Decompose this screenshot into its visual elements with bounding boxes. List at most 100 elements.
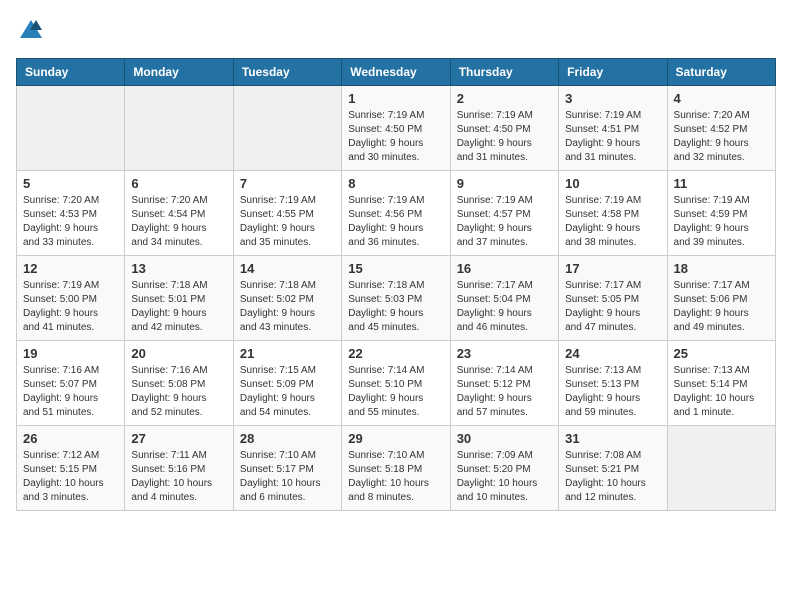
calendar-cell [233,86,341,171]
calendar-cell: 22Sunrise: 7:14 AMSunset: 5:10 PMDayligh… [342,341,450,426]
day-info: Sunrise: 7:11 AMSunset: 5:16 PMDaylight:… [131,449,226,505]
day-number: 13 [131,261,226,276]
day-info: Sunrise: 7:16 AMSunset: 5:08 PMDaylight:… [131,364,226,420]
day-number: 5 [23,176,118,191]
calendar-cell: 24 Sunrise: 7:13 AMSunset: 5:13 PMDayligh… [559,341,667,426]
calendar-cell: 6 Sunrise: 7:20 AMSunset: 4:54 PMDaylight… [125,171,233,256]
calendar-cell: 28 Sunrise: 7:10 AMSunset: 5:17 PMDayligh… [233,426,341,511]
day-info: Sunrise: 7:20 AMSunset: 4:54 PMDaylight:… [131,194,226,250]
calendar-week-row: 12 Sunrise: 7:19 AMSunset: 5:00 PMDayligh… [17,256,776,341]
day-number: 15 [348,261,443,276]
day-info: Sunrise: 7:19 AMSunset: 4:58 PMDaylight:… [565,194,660,250]
weekday-header: Sunday [17,59,125,86]
day-info: Sunrise: 7:09 AMSunset: 5:20 PMDaylight:… [457,449,552,505]
calendar-cell: 18 Sunrise: 7:17 AMSunset: 5:06 PMDayligh… [667,256,775,341]
calendar-cell: 23 Sunrise: 7:14 AMSunset: 5:12 PMDayligh… [450,341,558,426]
calendar-cell [17,86,125,171]
day-number: 18 [674,261,769,276]
calendar-cell: 26 Sunrise: 7:12 AMSunset: 5:15 PMDayligh… [17,426,125,511]
day-number: 25 [674,346,769,361]
calendar-week-row: 5 Sunrise: 7:20 AMSunset: 4:53 PMDaylight… [17,171,776,256]
day-number: 21 [240,346,335,361]
day-info: Sunrise: 7:19 AMSunset: 4:50 PMDaylight:… [348,109,443,165]
day-info: Sunrise: 7:19 AMSunset: 5:00 PMDaylight:… [23,279,118,335]
weekday-header: Wednesday [342,59,450,86]
day-number: 20 [131,346,226,361]
day-info: Sunrise: 7:20 AMSunset: 4:52 PMDaylight:… [674,109,769,165]
weekday-header: Friday [559,59,667,86]
logo [16,16,50,46]
day-number: 24 [565,346,660,361]
day-number: 17 [565,261,660,276]
day-info: Sunrise: 7:16 AMSunset: 5:07 PMDaylight:… [23,364,118,420]
day-number: 10 [565,176,660,191]
calendar-cell: 5 Sunrise: 7:20 AMSunset: 4:53 PMDaylight… [17,171,125,256]
day-number: 4 [674,91,769,106]
calendar-cell: 9 Sunrise: 7:19 AMSunset: 4:57 PMDaylight… [450,171,558,256]
calendar-cell: 1 Sunrise: 7:19 AMSunset: 4:50 PMDaylight… [342,86,450,171]
calendar-cell: 29 Sunrise: 7:10 AMSunset: 5:18 PMDayligh… [342,426,450,511]
calendar-cell: 31 Sunrise: 7:08 AMSunset: 5:21 PMDayligh… [559,426,667,511]
day-number: 3 [565,91,660,106]
calendar-cell: 2 Sunrise: 7:19 AMSunset: 4:50 PMDaylight… [450,86,558,171]
day-info: Sunrise: 7:19 AMSunset: 4:59 PMDaylight:… [674,194,769,250]
calendar-cell [667,426,775,511]
day-number: 6 [131,176,226,191]
calendar-cell: 12 Sunrise: 7:19 AMSunset: 5:00 PMDayligh… [17,256,125,341]
calendar-week-row: 26 Sunrise: 7:12 AMSunset: 5:15 PMDayligh… [17,426,776,511]
calendar-cell: 25 Sunrise: 7:13 AMSunset: 5:14 PMDayligh… [667,341,775,426]
calendar-cell: 17 Sunrise: 7:17 AMSunset: 5:05 PMDayligh… [559,256,667,341]
weekday-header: Thursday [450,59,558,86]
day-info: Sunrise: 7:19 AMSunset: 4:50 PMDaylight:… [457,109,552,165]
day-number: 29 [348,431,443,446]
calendar-cell: 20 Sunrise: 7:16 AMSunset: 5:08 PMDayligh… [125,341,233,426]
day-info: Sunrise: 7:19 AMSunset: 4:56 PMDaylight:… [348,194,443,250]
weekday-header: Tuesday [233,59,341,86]
day-number: 1 [348,91,443,106]
day-info: Sunrise: 7:08 AMSunset: 5:21 PMDaylight:… [565,449,660,505]
calendar-cell: 27 Sunrise: 7:11 AMSunset: 5:16 PMDayligh… [125,426,233,511]
page-header [16,16,776,46]
calendar-cell: 8 Sunrise: 7:19 AMSunset: 4:56 PMDaylight… [342,171,450,256]
day-info: Sunrise: 7:20 AMSunset: 4:53 PMDaylight:… [23,194,118,250]
calendar-cell: 21 Sunrise: 7:15 AMSunset: 5:09 PMDayligh… [233,341,341,426]
day-info: Sunrise: 7:19 AMSunset: 4:57 PMDaylight:… [457,194,552,250]
day-info: Sunrise: 7:19 AMSunset: 4:55 PMDaylight:… [240,194,335,250]
day-info: Sunrise: 7:14 AMSunset: 5:12 PMDaylight:… [457,364,552,420]
day-number: 9 [457,176,552,191]
day-info: Sunrise: 7:10 AMSunset: 5:17 PMDaylight:… [240,449,335,505]
day-info: Sunrise: 7:15 AMSunset: 5:09 PMDaylight:… [240,364,335,420]
day-info: Sunrise: 7:19 AMSunset: 4:51 PMDaylight:… [565,109,660,165]
calendar-cell: 19Sunrise: 7:16 AMSunset: 5:07 PMDayligh… [17,341,125,426]
day-info: Sunrise: 7:17 AMSunset: 5:05 PMDaylight:… [565,279,660,335]
calendar-cell: 7Sunrise: 7:19 AMSunset: 4:55 PMDaylight… [233,171,341,256]
day-info: Sunrise: 7:18 AMSunset: 5:01 PMDaylight:… [131,279,226,335]
day-number: 26 [23,431,118,446]
weekday-header: Monday [125,59,233,86]
day-info: Sunrise: 7:10 AMSunset: 5:18 PMDaylight:… [348,449,443,505]
day-number: 31 [565,431,660,446]
day-number: 14 [240,261,335,276]
day-number: 27 [131,431,226,446]
weekday-header: Saturday [667,59,775,86]
day-info: Sunrise: 7:13 AMSunset: 5:13 PMDaylight:… [565,364,660,420]
calendar-cell: 13 Sunrise: 7:18 AMSunset: 5:01 PMDayligh… [125,256,233,341]
calendar-cell: 10 Sunrise: 7:19 AMSunset: 4:58 PMDayligh… [559,171,667,256]
calendar-table: SundayMondayTuesdayWednesdayThursdayFrid… [16,58,776,511]
calendar-week-row: 19Sunrise: 7:16 AMSunset: 5:07 PMDayligh… [17,341,776,426]
day-number: 28 [240,431,335,446]
calendar-cell: 30 Sunrise: 7:09 AMSunset: 5:20 PMDayligh… [450,426,558,511]
day-number: 30 [457,431,552,446]
day-number: 2 [457,91,552,106]
day-info: Sunrise: 7:13 AMSunset: 5:14 PMDaylight:… [674,364,769,420]
calendar-cell: 15Sunrise: 7:18 AMSunset: 5:03 PMDayligh… [342,256,450,341]
day-info: Sunrise: 7:12 AMSunset: 5:15 PMDaylight:… [23,449,118,505]
day-number: 22 [348,346,443,361]
calendar-cell: 11Sunrise: 7:19 AMSunset: 4:59 PMDayligh… [667,171,775,256]
weekday-header-row: SundayMondayTuesdayWednesdayThursdayFrid… [17,59,776,86]
calendar-cell: 4 Sunrise: 7:20 AMSunset: 4:52 PMDaylight… [667,86,775,171]
day-number: 12 [23,261,118,276]
day-info: Sunrise: 7:17 AMSunset: 5:06 PMDaylight:… [674,279,769,335]
day-number: 23 [457,346,552,361]
day-number: 8 [348,176,443,191]
